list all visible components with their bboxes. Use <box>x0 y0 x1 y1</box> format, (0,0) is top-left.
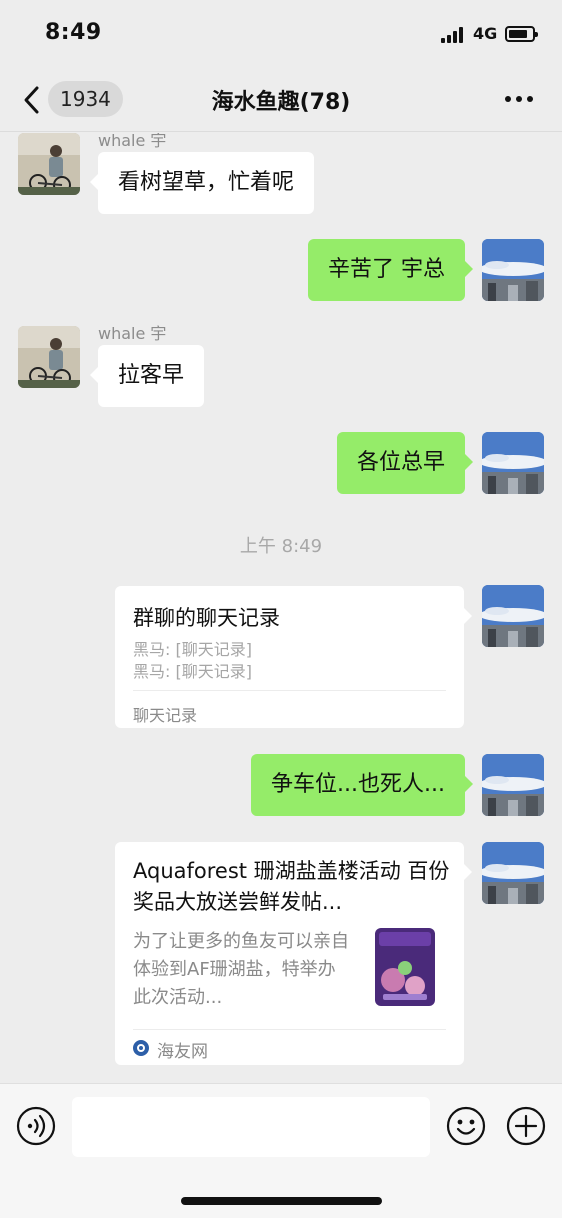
avatar-self[interactable] <box>482 842 544 904</box>
emoji-icon[interactable] <box>446 1106 486 1146</box>
sky-photo <box>482 432 544 494</box>
own-message-bubble[interactable]: 各位总早 <box>336 432 474 494</box>
plus-icon[interactable] <box>506 1106 546 1146</box>
sky-photo <box>482 585 544 647</box>
network-label: 4G <box>473 24 498 43</box>
chat-record-footer: 聊天记录 <box>133 706 198 725</box>
link-card[interactable]: Aquaforest 珊湖盐盖楼活动 百份奖品大放送尝鲜发帖... 为了让更多的… <box>115 842 472 1065</box>
avatar-self[interactable] <box>482 585 544 647</box>
sender-name: whale 宇 <box>98 133 167 150</box>
chat-record-line: 黑马: [聊天记录] <box>133 662 252 681</box>
link-description: 为了让更多的鱼友可以亲自体验到AF珊湖盐，特举办此次活动... <box>133 931 349 1008</box>
sky-photo <box>482 754 544 816</box>
person-bike-photo <box>18 133 80 195</box>
chat-area[interactable]: whale 宇 看树望草，忙着呢 辛苦了 宇总 whale 宇 拉客早 各位总早 <box>0 133 562 1083</box>
chat-record-title: 群聊的聊天记录 <box>133 606 280 630</box>
sky-photo <box>482 239 544 301</box>
avatar-self[interactable] <box>482 239 544 301</box>
own-message-bubble[interactable]: 辛苦了 宇总 <box>308 239 473 301</box>
chat-record-card[interactable]: 群聊的聊天记录 黑马: [聊天记录] 黑马: [聊天记录] 聊天记录 <box>115 586 472 728</box>
signal-icon <box>441 27 467 43</box>
link-source: 海友网 <box>157 1042 208 1062</box>
divider <box>133 1029 446 1030</box>
nav-bar: 1934 海水鱼趣(78) <box>0 70 562 132</box>
voice-icon[interactable] <box>16 1106 56 1146</box>
avatar[interactable] <box>18 133 80 195</box>
more-dots-icon[interactable] <box>503 96 535 104</box>
avatar-self[interactable] <box>482 754 544 816</box>
message-bubble[interactable]: 看树望草，忙着呢 <box>89 152 315 214</box>
avatar-self[interactable] <box>482 432 544 494</box>
home-indicator <box>181 1197 382 1205</box>
status-time: 8:49 <box>45 20 102 45</box>
battery-icon <box>505 26 538 42</box>
message-input[interactable] <box>72 1097 430 1157</box>
sky-photo <box>482 842 544 904</box>
sender-name: whale 宇 <box>98 324 167 343</box>
link-title: Aquaforest 珊湖盐盖楼活动 百份奖品大放送尝鲜发帖... <box>133 859 450 914</box>
source-logo-icon <box>133 1040 149 1056</box>
product-bag-thumbnail <box>375 928 435 1006</box>
divider <box>133 690 446 691</box>
message-bubble[interactable]: 拉客早 <box>89 345 205 407</box>
chat-record-line: 黑马: [聊天记录] <box>133 640 252 659</box>
status-bar: 8:49 4G <box>0 0 562 70</box>
chat-title: 海水鱼趣(78) <box>211 90 351 115</box>
message-timestamp: 上午 8:49 <box>239 536 323 557</box>
person-bike-photo <box>18 326 80 388</box>
avatar[interactable] <box>18 326 80 388</box>
own-message-bubble[interactable]: 争车位...也死人... <box>251 754 473 816</box>
